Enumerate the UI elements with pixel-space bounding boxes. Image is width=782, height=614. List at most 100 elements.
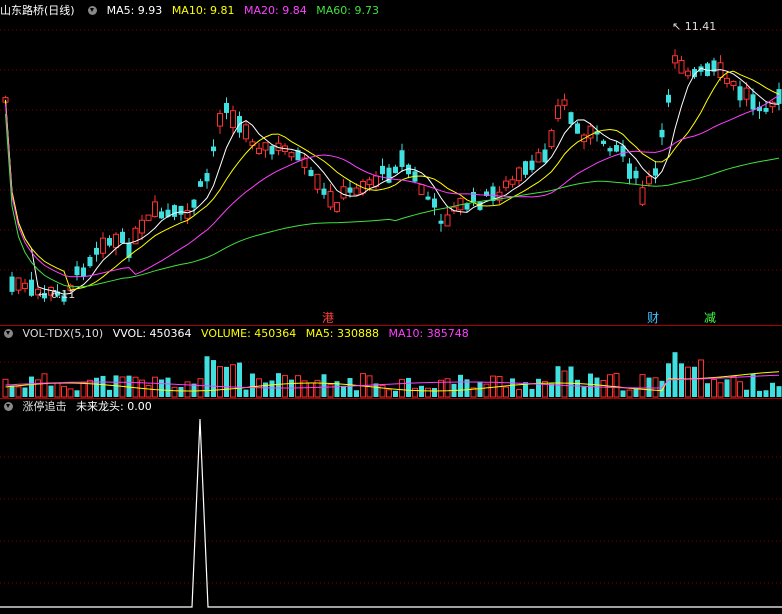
candle-down (601, 140, 606, 144)
volume-bar-down (29, 376, 34, 397)
volume-bar-down (620, 390, 626, 397)
volume-bar-up (327, 383, 334, 398)
candle-down (347, 187, 353, 193)
price-pane[interactable]: 山东路桥(日线) MA5: 9.93 MA10: 9.81 MA20: 9.84… (0, 0, 782, 325)
volume-bar-down (646, 377, 652, 397)
candle-up (503, 180, 509, 189)
volume-bar-down (536, 378, 541, 397)
candle-up (743, 87, 750, 100)
candle-up (516, 167, 522, 182)
volume-bar-down (373, 383, 379, 397)
vol-ma10-label: MA10: 385748 (388, 327, 469, 340)
volume-bar-down (705, 383, 710, 397)
volume-bar-down (269, 380, 275, 397)
volume-bar-down (510, 378, 515, 397)
candle-up (152, 201, 158, 218)
volume-bar-down (48, 385, 54, 397)
volume-bar-down (763, 390, 769, 397)
candle-up (217, 113, 223, 127)
ma60-line (5, 113, 780, 288)
volume-bar-up (613, 372, 620, 398)
candle-down (159, 211, 164, 219)
candle-up (145, 214, 152, 221)
volume-bar-up (600, 379, 607, 398)
candle-down (438, 220, 444, 224)
dropdown-arrow-icon[interactable] (88, 6, 98, 15)
volume-bar-down (588, 373, 593, 397)
candlestick-chart[interactable] (0, 0, 782, 325)
volume-bar-down (406, 377, 411, 397)
volume-pane[interactable]: VOL-TDX(5,10) VVOL: 450364 VOLUME: 45036… (0, 326, 782, 398)
low-price-label: ← 6.11 (38, 288, 76, 301)
volume-bar-up (490, 375, 496, 398)
candle-up (366, 179, 373, 186)
candle-down (321, 188, 327, 195)
volume-bar-down (458, 374, 463, 397)
candle-up (678, 59, 685, 74)
candle-down (568, 112, 574, 124)
candle-up (555, 105, 561, 119)
volume-bar-down (107, 389, 112, 397)
candle-up (685, 70, 691, 77)
candle-up (444, 214, 451, 227)
volume-bar-down (393, 390, 398, 397)
volume-bar-down (321, 374, 327, 397)
volume-bar-down (549, 383, 554, 397)
volume-bar-down (74, 390, 80, 397)
volume-bar-up (399, 379, 405, 398)
candle-down (425, 196, 431, 200)
marker-cai[interactable]: 财 (647, 309, 659, 326)
volume-bar-up (626, 389, 633, 398)
volume-bar-down (347, 378, 353, 397)
ma10-label: MA10: 9.81 (171, 4, 235, 17)
candle-up (548, 130, 555, 148)
volume-bar-up (197, 378, 204, 398)
marker-jian[interactable]: 减 (704, 309, 716, 326)
volume-bar-down (276, 373, 281, 397)
volume-bar-up (379, 384, 386, 398)
volume-bar-down (126, 375, 132, 397)
volume-bar-down (581, 386, 587, 397)
candle-down (471, 191, 476, 202)
candle-up (535, 152, 542, 163)
volume-bar-up (561, 370, 568, 398)
volume-bar-up (730, 375, 737, 398)
volume-bar-down (555, 366, 561, 397)
volume-bar-up (2, 378, 9, 398)
volume-bar-down (100, 375, 106, 397)
candle-up (22, 282, 28, 290)
volume-bar-up (295, 375, 301, 398)
candle-down (653, 168, 658, 176)
candle-down (81, 267, 86, 277)
volume-bar-down (672, 352, 678, 397)
marker-gang[interactable]: 港 (322, 309, 334, 326)
volume-bar-down (724, 379, 730, 397)
candle-up (561, 99, 568, 106)
volume-bar-up (41, 373, 48, 398)
candle-up (646, 176, 652, 185)
volume-bar-down (529, 388, 535, 397)
ma60-label: MA60: 9.73 (316, 4, 379, 17)
volume-bar-down (568, 366, 574, 397)
candle-up (100, 237, 106, 254)
volume-bar-down (776, 386, 782, 397)
candle-up (314, 173, 321, 190)
dropdown-arrow-icon[interactable] (4, 402, 13, 411)
candle-up (243, 124, 249, 140)
ma10-line (5, 70, 780, 291)
volume-bar-down (159, 379, 164, 397)
indicator-value: 未来龙头: 0.00 (76, 400, 152, 413)
volume-bar-down (263, 382, 268, 397)
candle-down (9, 276, 15, 292)
ma20-label: MA20: 9.84 (244, 4, 307, 17)
indicator-pane[interactable]: 涨停追击 未来龙头: 0.00 (0, 399, 782, 614)
volume-bar-down (354, 390, 359, 397)
candle-up (113, 233, 119, 249)
candle-down (523, 161, 528, 175)
volume-bar-up (145, 385, 152, 398)
volume-bar-down (341, 385, 346, 397)
volume-bar-up (308, 382, 314, 398)
indicator-chart[interactable] (0, 399, 782, 614)
dropdown-arrow-icon[interactable] (4, 329, 13, 338)
candle-up (327, 191, 334, 208)
